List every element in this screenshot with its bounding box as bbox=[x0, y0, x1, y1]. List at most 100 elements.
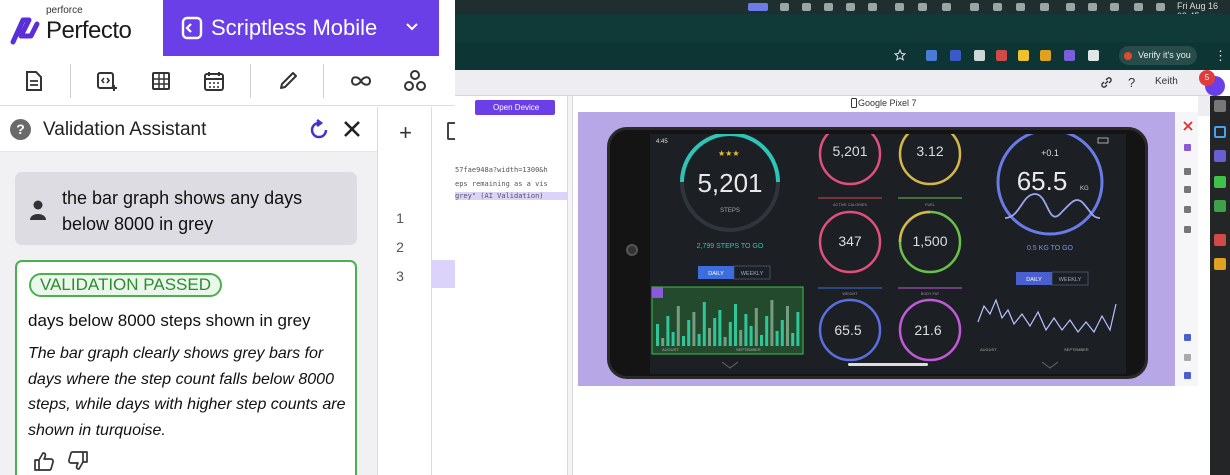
volume-icon[interactable] bbox=[1184, 334, 1191, 341]
tray-icon bbox=[1088, 3, 1097, 11]
dock-app-icon[interactable] bbox=[1214, 200, 1226, 212]
lock-icon[interactable] bbox=[1184, 226, 1191, 233]
extension-icon[interactable] bbox=[1064, 50, 1075, 61]
x-axis-label: AUGUST bbox=[662, 347, 679, 352]
camera-icon[interactable] bbox=[1184, 168, 1191, 175]
status-badge: VALIDATION PASSED bbox=[29, 273, 222, 297]
close-icon[interactable] bbox=[1183, 121, 1193, 131]
device-tool-icon[interactable] bbox=[1184, 144, 1191, 151]
tray-icon bbox=[895, 3, 904, 11]
scale-icon[interactable] bbox=[1184, 354, 1191, 361]
table-icon[interactable] bbox=[148, 68, 174, 94]
selected-line-highlight bbox=[432, 260, 455, 288]
add-code-icon[interactable] bbox=[94, 68, 120, 94]
document-icon[interactable] bbox=[21, 68, 47, 94]
tab-daily-label: DAILY bbox=[708, 271, 724, 277]
tray-icon bbox=[1040, 3, 1049, 11]
refresh-icon[interactable] bbox=[307, 118, 331, 142]
tray-icon bbox=[846, 3, 855, 11]
weight-trend-line bbox=[1004, 193, 1101, 219]
brand-area: perforce Perfecto bbox=[0, 0, 163, 56]
validation-result-card: VALIDATION PASSED days below 8000 steps … bbox=[15, 260, 357, 475]
tab-daily-label: DAILY bbox=[1026, 277, 1042, 283]
line-number[interactable]: 2 bbox=[378, 239, 422, 255]
resize-icon[interactable] bbox=[1184, 372, 1191, 379]
pencil-icon[interactable] bbox=[275, 68, 301, 94]
dock-app-icon[interactable] bbox=[1214, 150, 1226, 162]
browser-menu-icon[interactable]: ⋮ bbox=[1214, 48, 1227, 64]
extension-icon[interactable] bbox=[974, 50, 985, 61]
extension-icon[interactable] bbox=[926, 50, 937, 61]
help-icon[interactable]: ? bbox=[10, 119, 31, 140]
dock-app-icon[interactable] bbox=[1214, 126, 1226, 138]
chevron-down-icon bbox=[406, 23, 418, 31]
brand-product: Perfecto bbox=[46, 17, 132, 44]
weight-value: 65.5 bbox=[1017, 166, 1068, 196]
rotate-icon[interactable] bbox=[1184, 206, 1191, 213]
home-icon[interactable] bbox=[1184, 186, 1191, 193]
gesture-bar bbox=[848, 363, 928, 366]
line-number[interactable]: 3 bbox=[378, 268, 422, 284]
extension-icon[interactable] bbox=[950, 50, 961, 61]
dock-app-icon[interactable] bbox=[1214, 234, 1226, 246]
browser-tab-strip bbox=[455, 14, 1230, 42]
tray-icon bbox=[918, 3, 927, 11]
weight-history-line[interactable] bbox=[977, 298, 1117, 334]
perfecto-logo-icon bbox=[10, 17, 40, 45]
step-line-column: + 1 2 3 bbox=[377, 107, 432, 475]
thumbs-up-icon[interactable] bbox=[33, 450, 55, 472]
fuel-label: FUEL bbox=[925, 203, 935, 207]
panel-title: Validation Assistant bbox=[43, 119, 207, 140]
screen-share-icon bbox=[748, 3, 768, 11]
extension-icon[interactable] bbox=[996, 50, 1007, 61]
add-step-button[interactable]: + bbox=[378, 120, 433, 146]
tray-icon bbox=[970, 3, 979, 11]
app-top-bar bbox=[455, 70, 1210, 96]
collapse-icon[interactable] bbox=[1214, 100, 1226, 112]
user-message: the bar graph shows any days below 8000 … bbox=[15, 172, 357, 245]
panel-edge-icon[interactable] bbox=[447, 122, 455, 140]
star-icon[interactable] bbox=[894, 49, 906, 61]
toolbar-divider bbox=[250, 64, 251, 98]
tray-icon bbox=[868, 3, 877, 11]
device-toolbar bbox=[1175, 112, 1198, 386]
brand-company: perforce bbox=[46, 5, 83, 16]
user-message-text: the bar graph shows any days below 8000 … bbox=[62, 188, 303, 234]
close-icon[interactable] bbox=[340, 117, 364, 141]
weight-small-value: 65.5 bbox=[834, 322, 861, 338]
loop-icon[interactable] bbox=[348, 68, 374, 94]
line-number[interactable]: 1 bbox=[378, 210, 422, 226]
toolbar bbox=[0, 56, 455, 106]
user-menu[interactable]: Keith bbox=[1155, 76, 1178, 87]
dock-app-icon[interactable] bbox=[1214, 258, 1226, 270]
notification-badge[interactable]: 5 bbox=[1199, 70, 1215, 86]
x-axis-label: SEPTEMBER bbox=[736, 347, 761, 352]
dock-app-icon[interactable] bbox=[1214, 176, 1226, 188]
extensions-puzzle-icon[interactable] bbox=[1088, 50, 1099, 61]
calendar-icon[interactable] bbox=[201, 68, 227, 94]
body-fat-label: BODY FAT bbox=[921, 292, 940, 296]
fitness-dashboard-screen[interactable]: 4:45 ★★★ 5,201 STEPS 2,799 STEPS TO GO D… bbox=[650, 134, 1126, 374]
extension-icon[interactable] bbox=[1040, 50, 1051, 61]
steps-small-ring bbox=[818, 134, 882, 186]
tray-icon bbox=[824, 3, 833, 11]
app-root: perforce Perfecto Scriptless Mobile ? Va… bbox=[0, 0, 1230, 475]
help-icon[interactable]: ? bbox=[1128, 75, 1135, 90]
product-switcher[interactable]: Scriptless Mobile bbox=[163, 0, 439, 56]
browser-address-bar bbox=[455, 42, 1230, 70]
active-calories-value: 347 bbox=[838, 233, 862, 249]
tab-weekly-label: WEEKLY bbox=[741, 271, 764, 277]
open-device-button[interactable]: Open Device bbox=[475, 100, 555, 115]
distance-small-value: 3.12 bbox=[916, 143, 943, 159]
scroll-chevron-icon bbox=[721, 361, 739, 369]
distance-small-ring bbox=[898, 134, 962, 186]
network-icon[interactable] bbox=[402, 68, 428, 94]
validation-assistant-header: ? Validation Assistant bbox=[0, 107, 377, 152]
tray-icon bbox=[1110, 3, 1119, 11]
status-time: 4:45 bbox=[656, 139, 668, 145]
thumbs-down-icon[interactable] bbox=[67, 450, 89, 472]
scroll-chevron-icon bbox=[1041, 361, 1059, 369]
device-name: Google Pixel 7 bbox=[858, 98, 917, 108]
link-icon[interactable] bbox=[1100, 76, 1113, 89]
extension-icon[interactable] bbox=[1018, 50, 1029, 61]
